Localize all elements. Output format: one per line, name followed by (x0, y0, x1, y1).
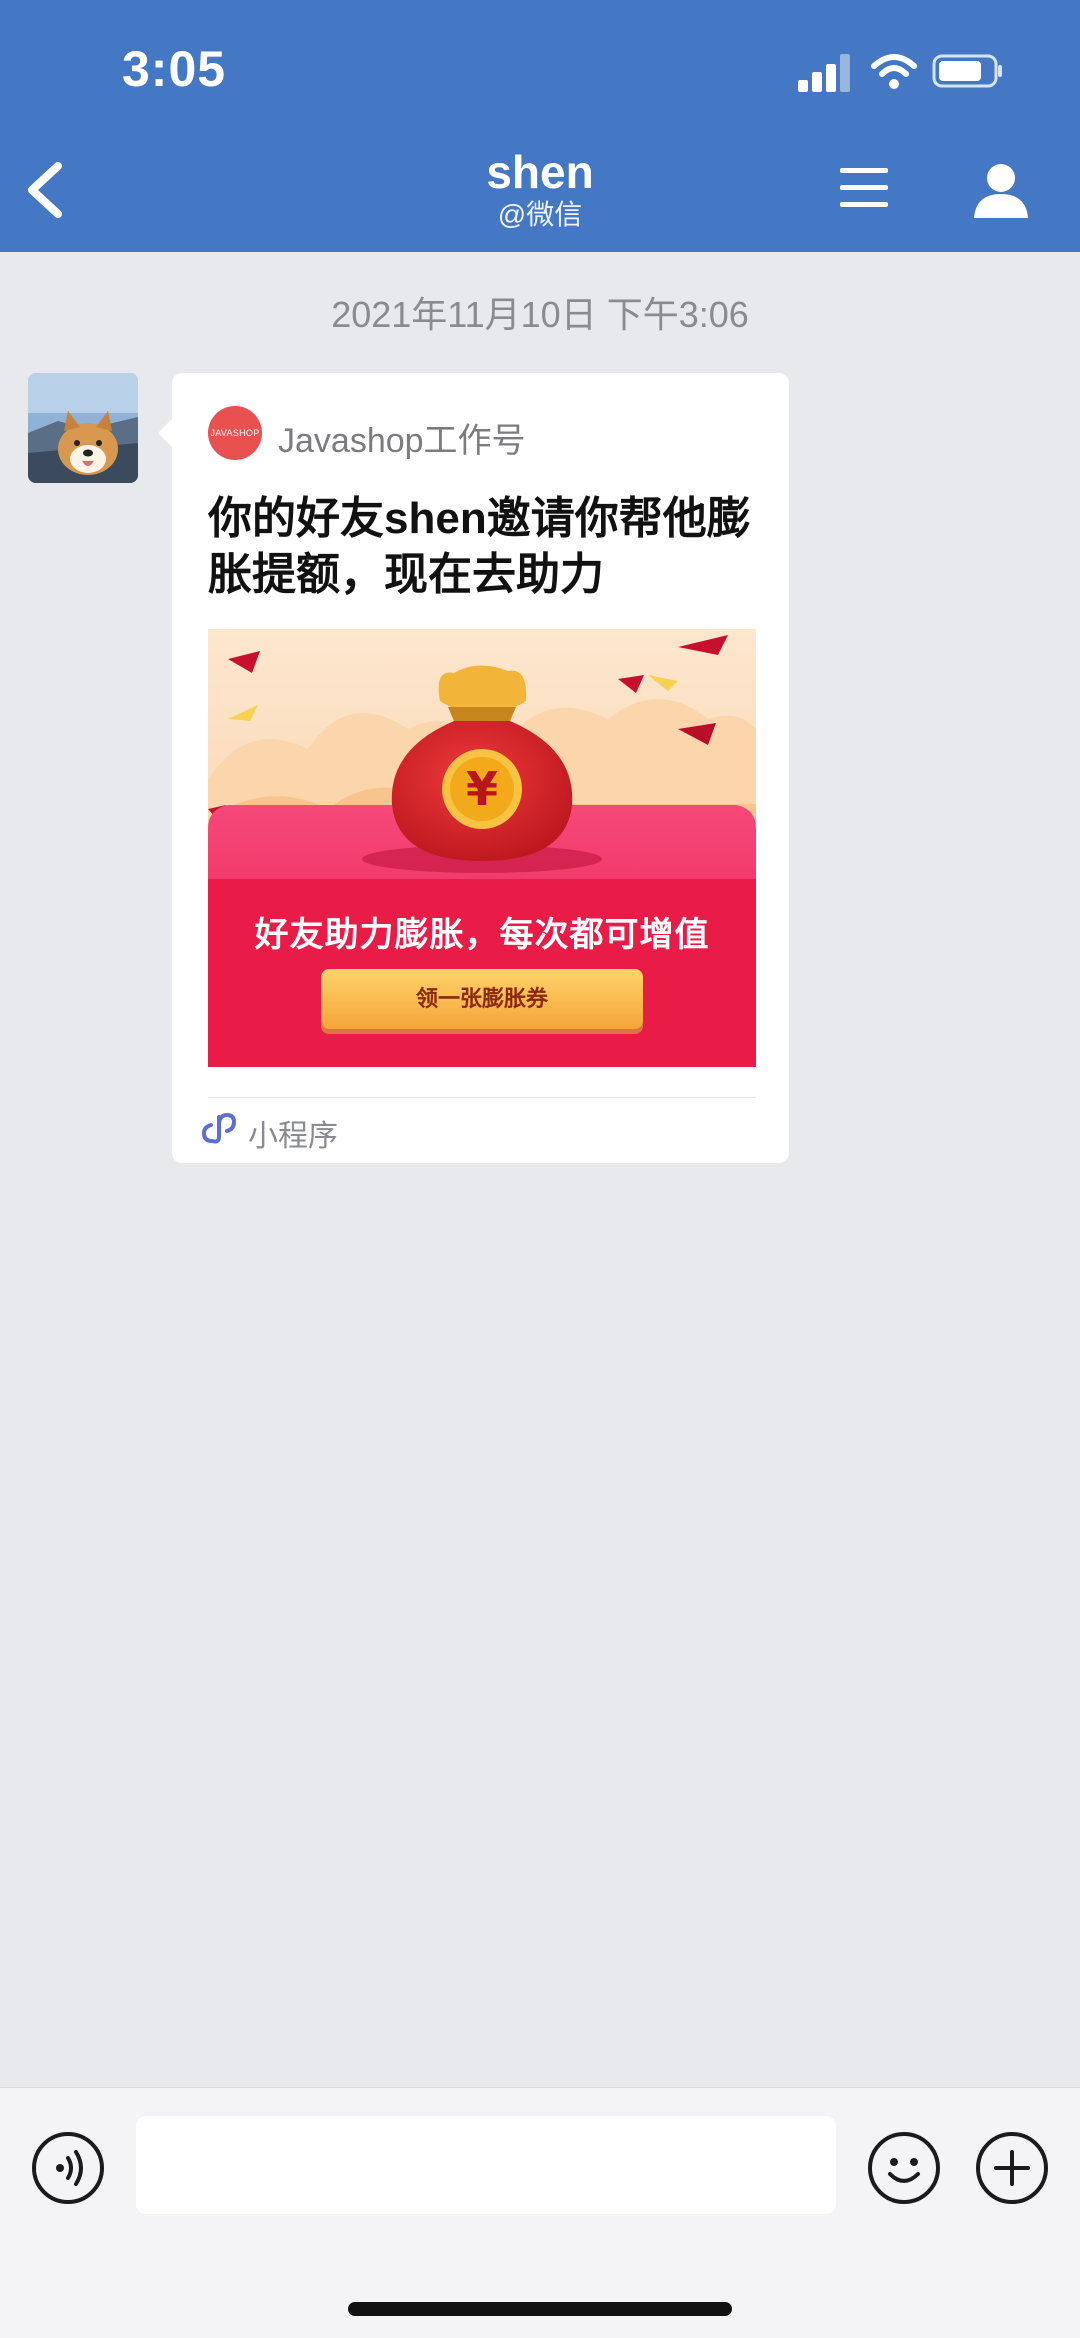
mini-program-message-card[interactable]: JAVASHOP Javashop工作号 你的好友shen邀请你帮他膨胀提额，现… (158, 373, 789, 1163)
svg-text:¥: ¥ (466, 762, 498, 816)
wifi-icon (871, 54, 917, 89)
voice-icon (56, 2150, 83, 2186)
emoji-button[interactable] (868, 2132, 940, 2204)
source-name: Javashop工作号 (278, 422, 526, 460)
chat-header: 3:05 shen @微信 (0, 0, 1080, 252)
plus-icon (994, 2150, 1030, 2186)
claim-coupon-button[interactable]: 领一张膨胀券 (321, 969, 643, 1029)
menu-button[interactable] (840, 164, 896, 212)
card-divider (208, 1097, 756, 1098)
home-indicator[interactable] (348, 2302, 732, 2316)
card-cover-image[interactable]: ¥ 好友助力膨胀，每次都可增值 领一张膨胀券 (208, 629, 756, 1067)
voice-input-button[interactable] (32, 2132, 104, 2204)
message-timestamp: 2021年11月10日 下午3:06 (331, 294, 749, 335)
chat-subtitle: @微信 (497, 199, 583, 230)
message-input-bar (0, 2087, 1080, 2338)
more-options-button[interactable] (976, 2132, 1048, 2204)
chat-title: shen (486, 146, 594, 198)
chat-title-block: shen @微信 (0, 146, 1080, 232)
emoji-icon (888, 2158, 920, 2183)
mini-program-label: 小程序 (248, 1120, 338, 1153)
status-bar-time: 3:05 (122, 41, 227, 97)
source-logo: JAVASHOP (208, 406, 262, 460)
battery-icon (932, 54, 1002, 88)
profile-button[interactable] (970, 160, 1032, 220)
shiba-dog-avatar-image (28, 373, 138, 483)
message-input[interactable] (136, 2116, 836, 2214)
card-title: 你的好友shen邀请你帮他膨胀提额，现在去助力 (208, 494, 751, 599)
avatar[interactable] (28, 373, 138, 483)
cellular-signal-icon (798, 52, 852, 92)
mini-program-icon (202, 1112, 236, 1144)
cover-caption: 好友助力膨胀，每次都可增值 (254, 916, 710, 954)
